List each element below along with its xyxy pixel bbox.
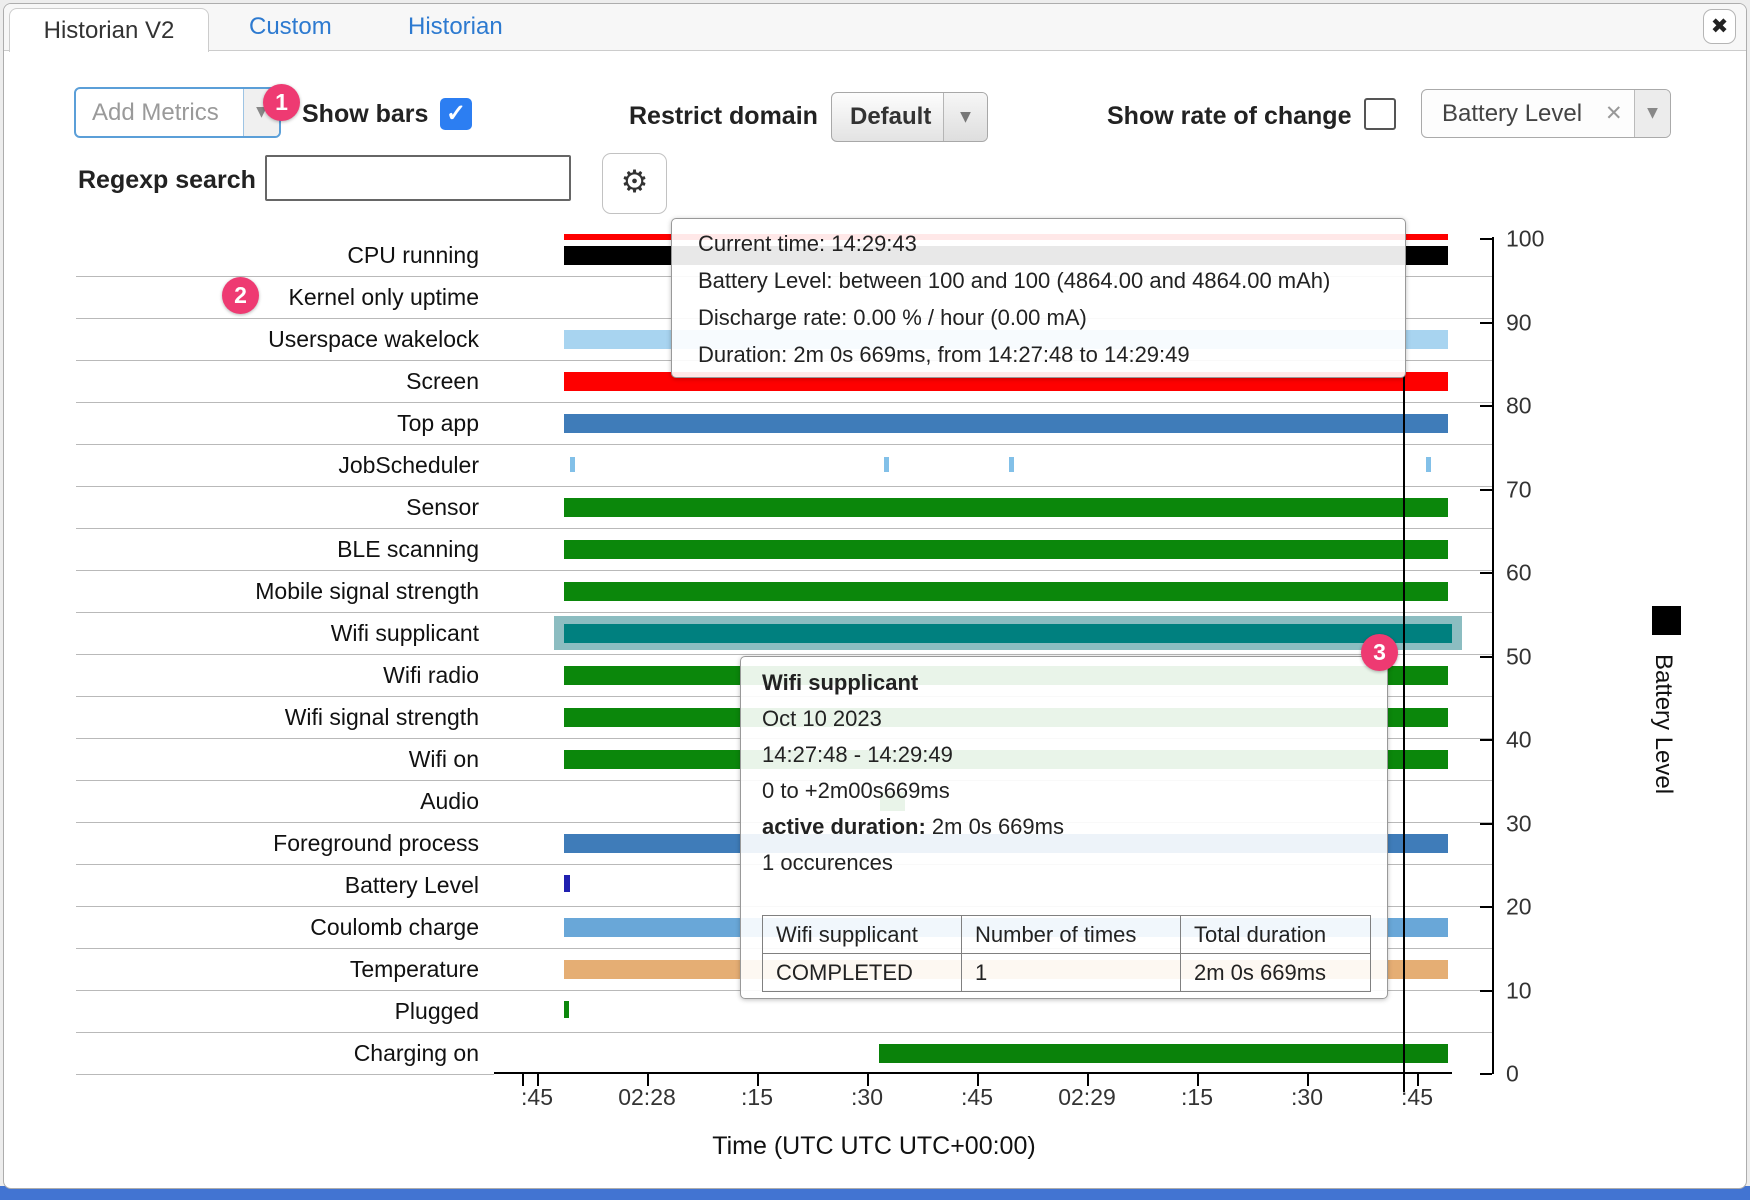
x-tick-label: :45: [521, 1084, 553, 1111]
timeline-bar[interactable]: [564, 414, 1448, 433]
wifi-supplicant-tooltip: Wifi supplicant Oct 10 2023 14:27:48 - 1…: [740, 656, 1388, 999]
annotation-badge-1: 1: [263, 84, 300, 121]
tooltip-time-range: 14:27:48 - 14:29:49: [762, 737, 1377, 773]
y-tick: [1480, 990, 1492, 992]
timeline-bar[interactable]: [1009, 457, 1014, 472]
y-tick-label: 80: [1506, 393, 1532, 420]
row-label-jobscheduler: JobScheduler: [4, 444, 479, 486]
y-tick: [1480, 238, 1492, 240]
timeline-bar[interactable]: [570, 457, 575, 472]
y-tick-label: 90: [1506, 309, 1532, 336]
row-label-cpu-running: CPU running: [4, 234, 479, 276]
y-tick: [1480, 405, 1492, 407]
timeline-bar[interactable]: [564, 498, 1448, 517]
tooltip-title: Wifi supplicant: [762, 665, 1377, 701]
current-time-line: [1403, 376, 1405, 1092]
tooltip-table-cell: Wifi supplicant: [763, 916, 962, 954]
timeline-bar[interactable]: [564, 624, 1452, 643]
row-label-mobile-signal-strength: Mobile signal strength: [4, 570, 479, 612]
row-label-temperature: Temperature: [4, 948, 479, 990]
annotation-badge-3: 3: [1361, 634, 1398, 671]
y-tick-label: 40: [1506, 727, 1532, 754]
legend-label: Battery Level: [1649, 654, 1677, 794]
row-label-plugged: Plugged: [4, 990, 479, 1032]
x-tick-label: :45: [961, 1084, 993, 1111]
row-label-charging-on: Charging on: [4, 1032, 479, 1074]
tooltip-line: Discharge rate: 0.00 % / hour (0.00 mA): [698, 299, 1395, 336]
row-label-wifi-radio: Wifi radio: [4, 654, 479, 696]
timeline-bar[interactable]: [564, 1001, 569, 1018]
legend-swatch: [1652, 606, 1681, 635]
row-label-top-app: Top app: [4, 402, 479, 444]
row-label-audio: Audio: [4, 780, 479, 822]
row-separator: [76, 1074, 494, 1075]
y-tick: [1480, 823, 1492, 825]
tooltip-table-cell: 2m 0s 669ms: [1181, 954, 1371, 992]
y-tick-label: 100: [1506, 226, 1544, 253]
x-tick-label: :45: [1401, 1084, 1433, 1111]
timeline-chart: CPU runningKernel only uptimeUserspace w…: [4, 4, 1746, 1188]
y-tick: [1480, 906, 1492, 908]
y-tick-label: 70: [1506, 476, 1532, 503]
row-label-userspace-wakelock: Userspace wakelock: [4, 318, 479, 360]
x-axis-title: Time (UTC UTC UTC+00:00): [564, 1132, 1184, 1161]
row-label-foreground-process: Foreground process: [4, 822, 479, 864]
row-label-coulomb-charge: Coulomb charge: [4, 906, 479, 948]
x-tick-label: :15: [741, 1084, 773, 1111]
row-label-battery-level: Battery Level: [4, 864, 479, 906]
y-tick-label: 20: [1506, 894, 1532, 921]
y-tick: [1480, 489, 1492, 491]
timeline-bar[interactable]: [1426, 457, 1431, 472]
y-axis-line: [1492, 237, 1494, 1074]
timeline-bar[interactable]: [879, 1044, 1448, 1063]
y-tick-label: 30: [1506, 810, 1532, 837]
tooltip-table-cell: 1: [962, 954, 1181, 992]
y-tick: [1480, 739, 1492, 741]
tooltip-line: Current time: 14:29:43: [698, 225, 1395, 262]
y-tick-label: 50: [1506, 643, 1532, 670]
y-tick-label: 60: [1506, 560, 1532, 587]
active-duration-label: active duration:: [762, 814, 926, 839]
y-tick: [1480, 1073, 1492, 1075]
x-tick-label: :15: [1181, 1084, 1213, 1111]
app-panel: Historian V2 Custom Historian ✖ Add Metr…: [3, 3, 1747, 1189]
x-tick-label: 02:28: [618, 1084, 676, 1111]
tooltip-line: Battery Level: between 100 and 100 (4864…: [698, 262, 1395, 299]
tooltip-table-cell: COMPLETED: [763, 954, 962, 992]
timeline-bar[interactable]: [564, 582, 1448, 601]
tooltip-active-duration: active duration: 2m 0s 669ms: [762, 809, 1377, 845]
row-label-screen: Screen: [4, 360, 479, 402]
tooltip-occurrences: 1 occurences: [762, 845, 1377, 881]
row-label-ble-scanning: BLE scanning: [4, 528, 479, 570]
x-tick-label: :30: [1291, 1084, 1323, 1111]
tooltip-offset-range: 0 to +2m00s669ms: [762, 773, 1377, 809]
tooltip-table-cell: Number of times: [962, 916, 1181, 954]
row-label-wifi-supplicant: Wifi supplicant: [4, 612, 479, 654]
y-tick-label: 0: [1506, 1061, 1519, 1088]
y-tick: [1480, 322, 1492, 324]
tooltip-date: Oct 10 2023: [762, 701, 1377, 737]
tooltip-table: Wifi supplicantNumber of timesTotal dura…: [762, 915, 1371, 992]
tooltip-line: Duration: 2m 0s 669ms, from 14:27:48 to …: [698, 336, 1395, 373]
tooltip-table-cell: Total duration: [1181, 916, 1371, 954]
y-tick: [1480, 572, 1492, 574]
timeline-bar[interactable]: [884, 457, 889, 472]
timeline-bar[interactable]: [564, 875, 570, 892]
active-duration-value: 2m 0s 669ms: [926, 814, 1064, 839]
row-label-wifi-signal-strength: Wifi signal strength: [4, 696, 479, 738]
annotation-badge-2: 2: [222, 277, 259, 314]
y-tick: [1480, 656, 1492, 658]
row-label-wifi-on: Wifi on: [4, 738, 479, 780]
x-tick-label: :30: [851, 1084, 883, 1111]
x-tick-label: 02:29: [1058, 1084, 1116, 1111]
y-tick-label: 10: [1506, 977, 1532, 1004]
current-time-tooltip: Current time: 14:29:43Battery Level: bet…: [671, 218, 1406, 378]
timeline-bar[interactable]: [564, 540, 1448, 559]
row-label-sensor: Sensor: [4, 486, 479, 528]
